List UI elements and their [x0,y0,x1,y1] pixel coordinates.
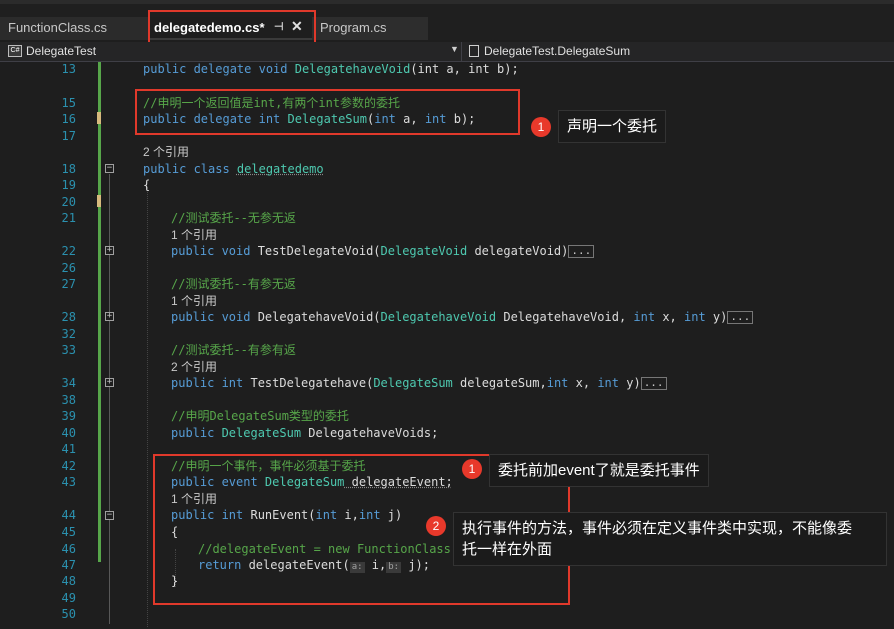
collapsed-region[interactable]: ... [568,245,595,258]
annotation-text-line: 托一样在外面 [462,541,553,558]
line-number: 18 [61,162,76,176]
line-number: 21 [61,211,76,225]
line-number: 48 [61,574,76,588]
line-number: 15 [61,96,76,110]
annotation-badge: 1 [462,459,482,479]
line-number: 33 [61,343,76,357]
annotation-badge: 2 [426,516,446,536]
line-number: 49 [61,591,76,605]
indent-guide [147,187,148,627]
outline-line [109,174,110,624]
line-number: 20 [61,195,76,209]
line-number: 32 [61,327,76,341]
line-number: 34 [61,376,76,390]
project-dropdown[interactable]: C# DelegateTest ▼ [0,42,462,61]
line-number: 38 [61,393,76,407]
member-name: DelegateTest.DelegateSum [484,44,631,58]
codelens-references[interactable]: 2 个引用 [171,358,217,375]
line-number: 17 [61,129,76,143]
collapsed-region[interactable]: ... [640,377,667,390]
code-line-22: public void TestDelegateVoid(DelegateVoi… [171,244,595,258]
line-number: 44 [61,508,76,522]
annotation-box-delegate [135,89,520,135]
tab-functionclass[interactable]: FunctionClass.cs [0,17,148,40]
code-line-33: //测试委托--有参有返 [171,343,296,357]
collapse-toggle-icon[interactable]: − [105,164,114,173]
tab-label: FunctionClass.cs [8,20,107,35]
csharp-file-icon: C# [8,45,22,57]
line-number: 39 [61,409,76,423]
line-number: 22 [61,244,76,258]
code-line-21: //测试委托--无参无返 [171,211,296,225]
annotation-callout: 声明一个委托 [558,110,667,143]
chevron-down-icon[interactable]: ▼ [450,44,459,54]
editor-margin [0,62,22,629]
change-indicator [98,62,101,562]
line-number: 50 [61,607,76,621]
codelens-references[interactable]: 2 个引用 [143,143,189,160]
code-line-40: public DelegateSum DelegatehaveVoids; [171,426,439,440]
expand-toggle-icon[interactable]: + [105,312,114,321]
change-mark [97,112,101,124]
annotation-callout: 委托前加event了就是委托事件 [489,454,709,487]
tab-program[interactable]: Program.cs [312,17,428,40]
collapsed-region[interactable]: ... [727,311,754,324]
tab-bar: FunctionClass.cs delegatedemo.cs* ⊣ ✕ Pr… [0,0,894,40]
tab-highlight-box [148,10,316,44]
line-number: 28 [61,310,76,324]
line-number: 26 [61,261,76,275]
code-line-19: { [143,178,151,192]
line-number: 46 [61,542,76,556]
codelens-references[interactable]: 1 个引用 [171,226,217,243]
navigation-bar: C# DelegateTest ▼ DelegateTest.DelegateS… [0,42,894,62]
line-number: 45 [61,525,76,539]
annotation-text-line: 执行事件的方法，事件必须在定义事件类中实现，不能像委 [462,520,853,537]
line-number: 40 [61,426,76,440]
code-line-13: public delegate void DelegatehaveVoid(in… [143,62,519,76]
expand-toggle-icon[interactable]: + [105,246,114,255]
code-line-27: //测试委托--有参无返 [171,277,296,291]
expand-toggle-icon[interactable]: + [105,378,114,387]
annotation-callout: 执行事件的方法，事件必须在定义事件类中实现，不能像委 托一样在外面 [453,512,887,566]
annotation-badge: 1 [531,117,551,137]
line-number: 47 [61,558,76,572]
class-icon [469,45,479,57]
code-line-34: public int TestDelegatehave(DelegateSum … [171,376,667,390]
project-name: DelegateTest [26,44,97,58]
code-line-39: //申明DelegateSum类型的委托 [171,409,349,423]
tab-label: Program.cs [320,20,387,35]
change-mark [97,195,101,207]
line-number: 16 [61,112,76,126]
line-number: 27 [61,277,76,291]
code-line-28: public void DelegatehaveVoid(Delegatehav… [171,310,754,324]
collapse-toggle-icon[interactable]: − [105,511,114,520]
line-number: 42 [61,459,76,473]
codelens-references[interactable]: 1 个引用 [171,292,217,309]
line-number: 19 [61,178,76,192]
line-number: 43 [61,475,76,489]
code-line-18: public class delegatedemo [143,162,324,176]
tab-bar-strip [0,0,894,4]
line-number: 13 [61,62,76,76]
line-number: 41 [61,442,76,456]
